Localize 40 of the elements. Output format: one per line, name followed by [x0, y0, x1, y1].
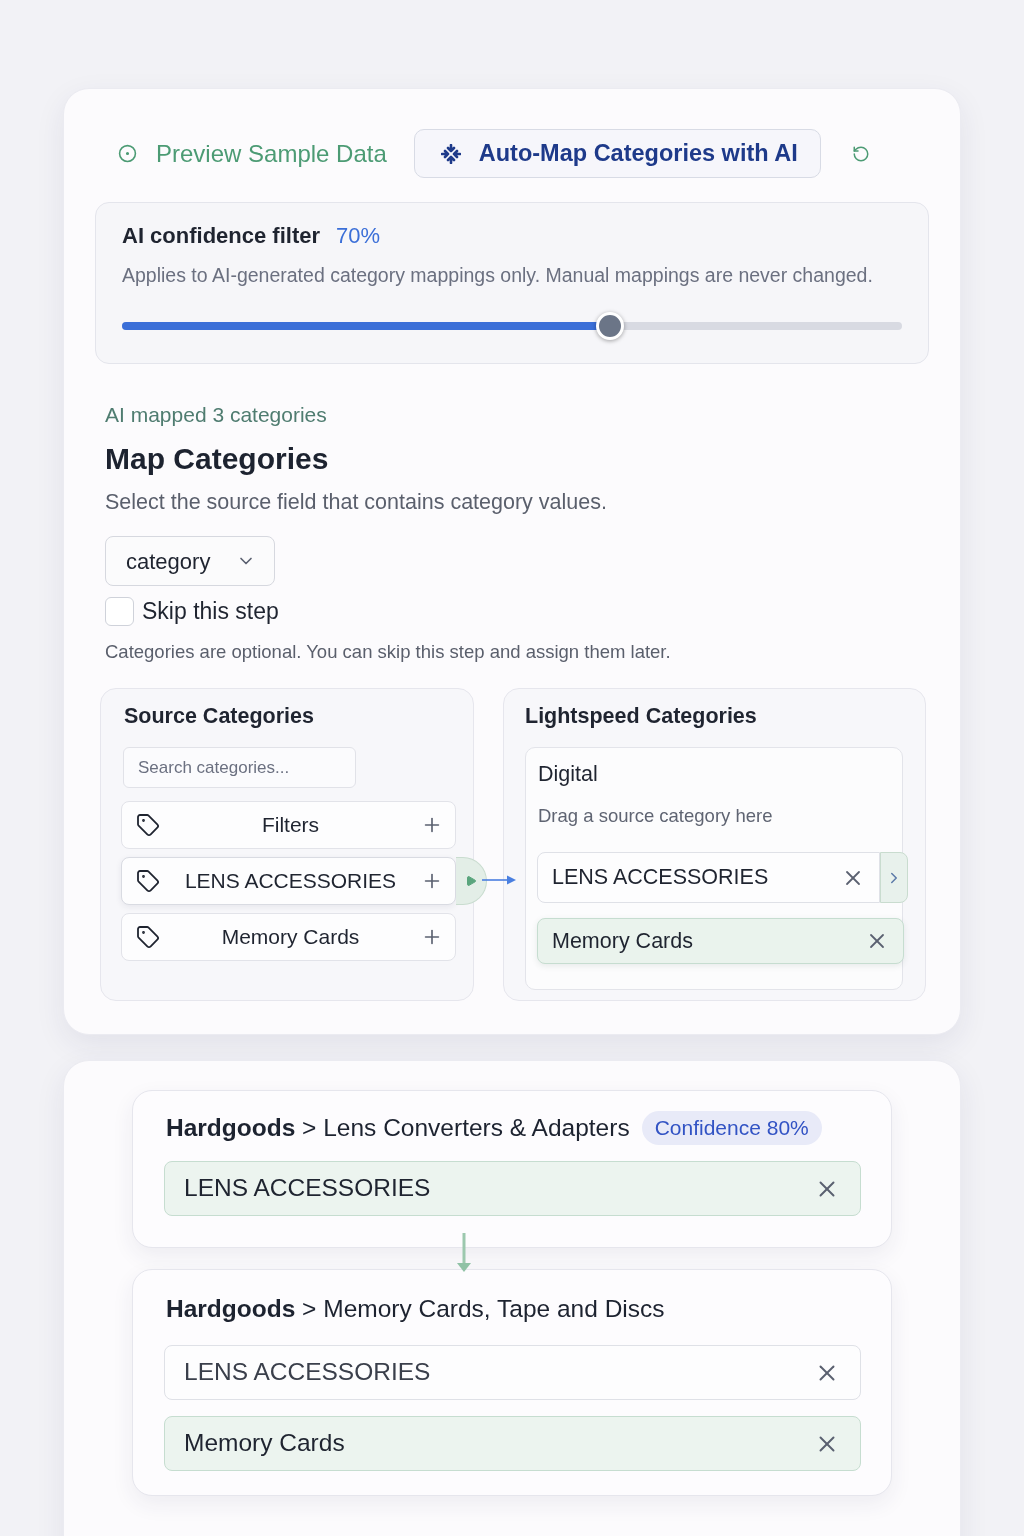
panel-title: Source Categories: [124, 703, 315, 729]
mapped-category-chip[interactable]: Memory Cards: [537, 918, 904, 964]
target-icon: [118, 144, 137, 163]
mapped-category-chip[interactable]: LENS ACCESSORIES: [537, 852, 880, 903]
link-handle[interactable]: [456, 857, 487, 905]
tag-icon: [136, 925, 160, 949]
page-heading: Map Categories: [105, 442, 330, 476]
tag-icon: [136, 869, 160, 893]
category-path: Hardgoods > Memory Cards, Tape and Discs: [166, 1295, 665, 1323]
arrows-inward-icon: [440, 143, 461, 164]
play-icon: [465, 875, 477, 887]
category-path: Hardgoods > Lens Converters & Adapters: [166, 1114, 630, 1142]
expand-handle[interactable]: [880, 852, 908, 903]
source-category-item[interactable]: Memory Cards: [121, 913, 456, 961]
mapped-category-chip[interactable]: LENS ACCESSORIES: [164, 1345, 861, 1400]
confidence-slider-track[interactable]: [122, 312, 902, 340]
drop-hint: Drag a source category here: [538, 805, 774, 827]
auto-map-button[interactable]: Auto-Map Categories with AI: [413, 129, 821, 178]
instruction-text: Select the source field that contains category values.: [105, 489, 608, 515]
skip-step-checkbox[interactable]: [105, 597, 134, 626]
panel-title: Lightspeed Categories: [525, 703, 758, 729]
confidence-badge: Confidence 80%: [641, 1111, 822, 1145]
mapped-category-chip[interactable]: LENS ACCESSORIES: [164, 1161, 861, 1216]
reset-icon[interactable]: [851, 144, 870, 163]
search-field[interactable]: Search categories...: [123, 747, 356, 788]
skip-step-label: Skip this step: [142, 597, 279, 627]
source-field-select[interactable]: category: [105, 536, 275, 586]
hint-text: Categories are optional. You can skip this step and assign them later.: [105, 641, 672, 663]
mapped-category-chip[interactable]: Memory Cards: [164, 1416, 861, 1471]
filter-title: AI confidence filter: [122, 223, 321, 249]
slider-thumb[interactable]: [595, 312, 624, 340]
down-arrow: [456, 1233, 472, 1273]
mapping-status: AI mapped 3 categories: [105, 403, 328, 427]
connector-arrow: [482, 874, 517, 886]
category-name: Digital: [538, 761, 599, 787]
filter-value: 70%: [336, 223, 381, 249]
filter-description: Applies to AI-generated category mappings only. Manual mappings are never changed.: [122, 263, 874, 287]
source-category-item[interactable]: LENS ACCESSORIES: [121, 857, 456, 905]
source-category-item[interactable]: Filters: [121, 801, 456, 849]
tag-icon: [136, 813, 160, 837]
